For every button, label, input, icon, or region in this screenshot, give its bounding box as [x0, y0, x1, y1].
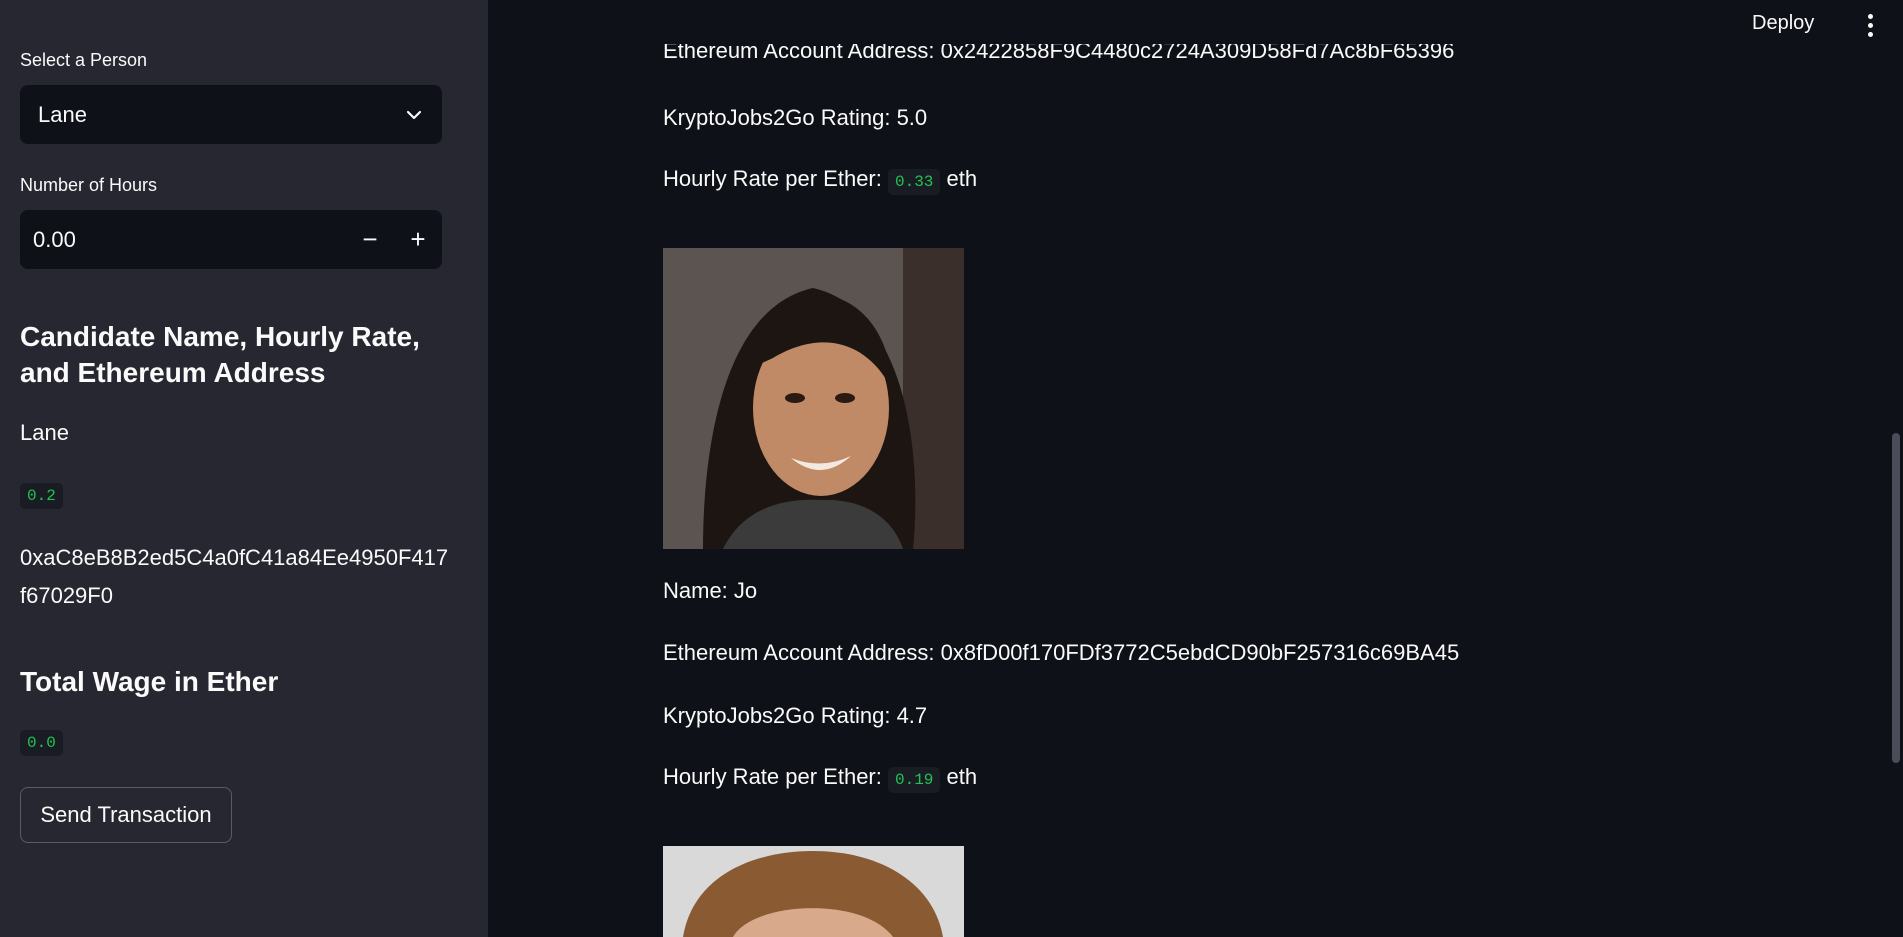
candidate-address: 0xaC8eB8B2ed5C4a0fC41a84Ee4950F417f67029…: [20, 545, 449, 608]
partial-address-text: Ethereum Account Address: 0x2422858F9C44…: [663, 44, 1455, 63]
card2-rate-value: 0.19: [888, 767, 941, 793]
send-transaction-button[interactable]: Send Transaction: [20, 787, 232, 843]
candidate-name: Lane: [20, 420, 69, 445]
main-scrollbar[interactable]: [1892, 433, 1900, 763]
select-person-label: Select a Person: [20, 50, 148, 70]
hours-number-input: − +: [20, 210, 442, 269]
card2-rating: KryptoJobs2Go Rating: 4.7: [663, 703, 928, 728]
card1-rate-value: 0.33: [888, 169, 941, 195]
card1-rate-prefix: Hourly Rate per Ether:: [663, 166, 882, 191]
hours-input[interactable]: [20, 210, 346, 269]
card2-rate-row: Hourly Rate per Ether: 0.19 eth: [663, 764, 977, 793]
candidate-heading: Candidate Name, Hourly Rate, and Ethereu…: [20, 321, 420, 388]
card1-rating: KryptoJobs2Go Rating: 5.0: [663, 105, 928, 130]
decrement-button[interactable]: −: [346, 210, 394, 269]
more-options-icon[interactable]: [1862, 12, 1878, 38]
candidate-rate: 0.2: [20, 483, 63, 509]
card2-name: Name: Jo: [663, 578, 758, 603]
deploy-button[interactable]: Deploy: [1752, 12, 1814, 35]
total-wage-heading: Total Wage in Ether: [20, 666, 279, 697]
chevron-down-icon: [406, 110, 422, 119]
card1-rate-row: Hourly Rate per Ether: 0.33 eth: [663, 166, 977, 195]
card2-address: Ethereum Account Address: 0x8fD00f170FDf…: [663, 640, 1460, 665]
hours-label: Number of Hours: [20, 175, 158, 195]
select-person-value: Lane: [38, 101, 87, 127]
card1-rate-suffix: eth: [946, 166, 978, 191]
total-wage-value: 0.0: [20, 730, 63, 756]
select-person-dropdown[interactable]: Lane: [20, 85, 442, 144]
card2-rate-prefix: Hourly Rate per Ether:: [663, 764, 882, 789]
candidate-photo-jo: [663, 248, 964, 549]
candidate-photo-next: [663, 846, 964, 937]
card2-rate-suffix: eth: [946, 764, 978, 789]
increment-button[interactable]: +: [394, 210, 442, 269]
sidebar: Select a Person Lane Number of Hours − +…: [0, 0, 488, 937]
